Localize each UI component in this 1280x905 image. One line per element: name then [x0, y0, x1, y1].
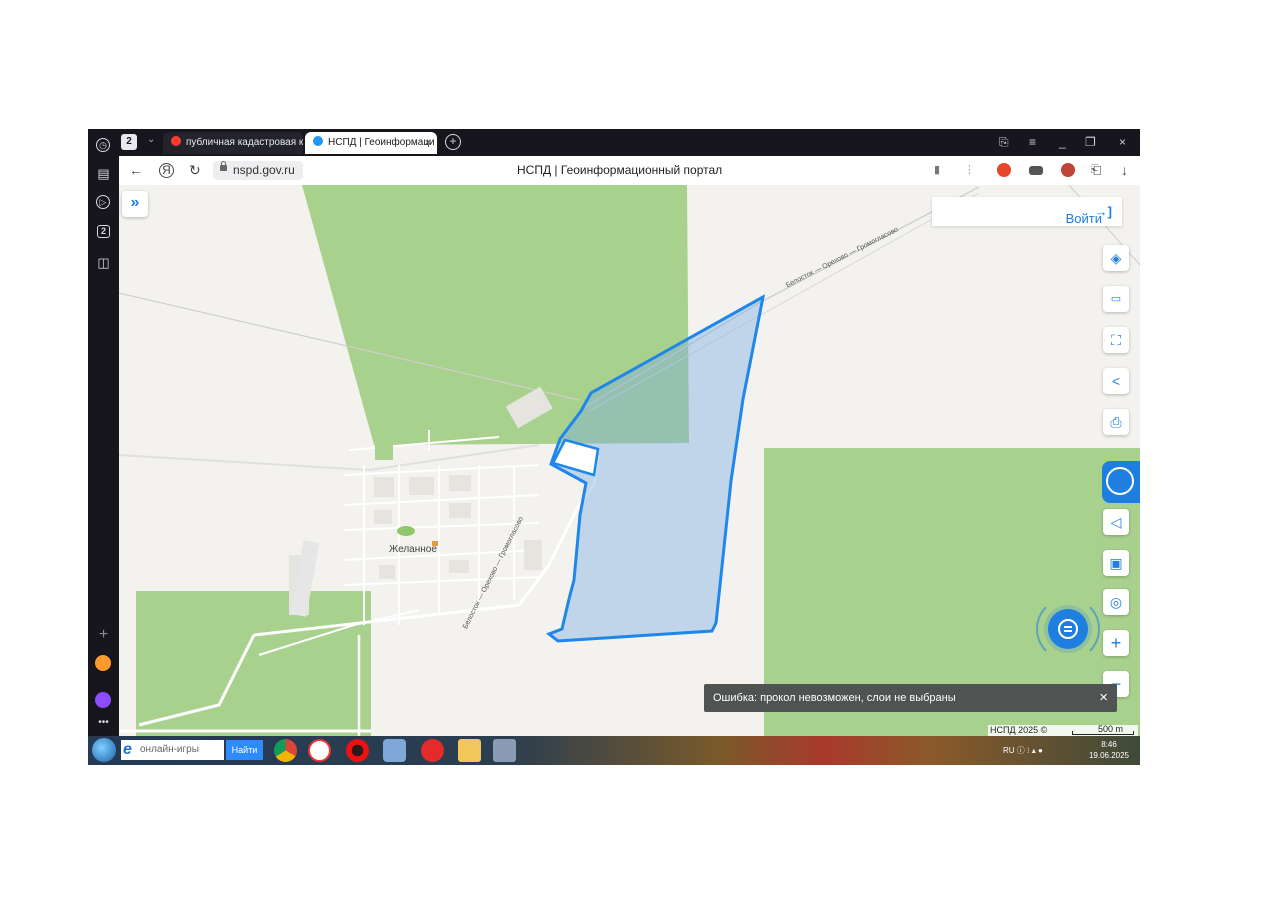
- play-icon[interactable]: ▷: [96, 195, 110, 209]
- clock[interactable]: 8:46 19.06.2025: [1084, 739, 1134, 761]
- ruler-icon[interactable]: ▭: [1103, 286, 1129, 312]
- url-text: nspd.gov.ru: [233, 163, 295, 177]
- opera-icon[interactable]: [346, 739, 369, 762]
- collections-icon[interactable]: ▤: [95, 165, 112, 182]
- address-bar: ← Я ↻ nspd.gov.ru НСПД | Геоинформационн…: [119, 156, 1140, 186]
- yandex-browser-icon[interactable]: [308, 739, 331, 762]
- close-tab-icon[interactable]: ×: [425, 132, 431, 154]
- nspd-favicon-icon: [313, 136, 323, 147]
- language-indicator[interactable]: RU: [1003, 746, 1015, 755]
- folder-icon[interactable]: [458, 739, 481, 762]
- login-label: Войти: [1065, 211, 1102, 226]
- select-area-icon[interactable]: ⛶: [1103, 327, 1129, 353]
- lock-icon: [220, 161, 227, 171]
- tab-bar: 2 ⌄ публичная кадастровая к НСПД | Геоин…: [119, 129, 1140, 156]
- pin-search-icon[interactable]: ◎: [1103, 589, 1129, 615]
- history-icon[interactable]: ◷: [96, 138, 110, 152]
- zoom-in-button[interactable]: +: [1103, 630, 1129, 656]
- restore-icon[interactable]: ❐: [1085, 134, 1096, 150]
- close-window-icon[interactable]: ×: [1119, 134, 1126, 150]
- network-app-icon[interactable]: [383, 739, 406, 762]
- extension-icon-2[interactable]: [1029, 166, 1043, 175]
- chrome-icon[interactable]: [274, 739, 297, 762]
- kebab-icon[interactable]: ⋮: [964, 162, 975, 178]
- yandex-logo-icon[interactable]: Я: [159, 163, 174, 178]
- nspd-logo-icon[interactable]: [1102, 461, 1140, 503]
- bookmark-icon[interactable]: ▮: [934, 162, 940, 178]
- menu-icon[interactable]: ≡: [1029, 134, 1036, 150]
- screenshot-icon[interactable]: ◫: [95, 254, 112, 271]
- error-message: Ошибка: прокол невозможен, слои не выбра…: [713, 692, 956, 704]
- close-toast-icon[interactable]: ×: [1099, 684, 1108, 712]
- url-field[interactable]: nspd.gov.ru: [213, 161, 303, 180]
- taskbar: e онлайн-игры Найти RU ⓘ ⁝ ▴ ● 8:46 19.0…: [88, 736, 1140, 765]
- layers-icon[interactable]: ◈: [1103, 245, 1129, 271]
- expand-panel-button[interactable]: »: [122, 191, 148, 217]
- new-tab-icon[interactable]: +: [445, 134, 461, 150]
- browser-sidebar: ◷ ▤ ▷ 2 ◫ + •••: [88, 129, 119, 736]
- tab-cadastral[interactable]: публичная кадастровая к: [163, 132, 303, 154]
- search-go-button[interactable]: Найти: [226, 740, 263, 760]
- app-icon-orange[interactable]: [95, 655, 111, 671]
- tab-nspd[interactable]: НСПД | Геоинформаци ×: [305, 132, 437, 154]
- tab-count-badge[interactable]: 2: [121, 134, 137, 150]
- add-icon[interactable]: +: [95, 626, 112, 643]
- more-icon[interactable]: •••: [95, 714, 112, 731]
- extension-icon-1[interactable]: [997, 163, 1011, 177]
- frame-icon[interactable]: ▣: [1103, 550, 1129, 576]
- tab-label: НСПД | Геоинформаци: [328, 137, 435, 148]
- chat-icon: [1058, 619, 1078, 639]
- forest-area: [136, 591, 371, 736]
- village-label: Желанное: [389, 544, 437, 555]
- scale-bar: НСПД 2025 © 500 m: [988, 724, 1138, 736]
- yandex-favicon-icon: [171, 136, 181, 147]
- clock-date: 19.06.2025: [1088, 751, 1130, 760]
- download-icon[interactable]: ↓: [1121, 162, 1128, 178]
- page-title: НСПД | Геоинформационный портал: [517, 163, 723, 177]
- error-toast: Ошибка: прокол невозможен, слои не выбра…: [704, 684, 1117, 712]
- bookmarks-panel-icon[interactable]: ⎘: [999, 134, 1009, 150]
- app-icon[interactable]: [493, 739, 516, 762]
- tab-label: публичная кадастровая к: [186, 137, 303, 148]
- screenshot-frame: ◷ ▤ ▷ 2 ◫ + ••• 2 ⌄ публичная кадастрова…: [88, 129, 1140, 765]
- tabs-sync-icon[interactable]: ⎗: [1091, 162, 1101, 178]
- map-layer: [119, 185, 1140, 736]
- clock-time: 8:46: [1101, 740, 1117, 749]
- start-button-icon[interactable]: [92, 738, 116, 762]
- share-icon[interactable]: <: [1103, 368, 1129, 394]
- locate-icon[interactable]: ◁: [1103, 509, 1129, 535]
- extension-icon-3[interactable]: [1061, 163, 1075, 177]
- map-canvas[interactable]: Белосток — Орехово — Громогласово Белост…: [119, 185, 1140, 736]
- ie-icon: e: [123, 741, 132, 758]
- alice-icon[interactable]: [95, 692, 111, 708]
- chat-button[interactable]: [1036, 597, 1100, 661]
- login-button[interactable]: Войти →]: [932, 197, 1122, 226]
- tab-count-icon[interactable]: 2: [97, 225, 110, 238]
- print-icon[interactable]: ⎙: [1103, 409, 1129, 435]
- reload-icon[interactable]: ↻: [189, 162, 201, 178]
- search-text: онлайн-игры: [140, 744, 199, 755]
- yandex-icon[interactable]: [421, 739, 444, 762]
- tab-list-chevron-icon[interactable]: ⌄: [147, 134, 155, 145]
- system-tray: RU ⓘ ⁝ ▴ ●: [1003, 746, 1043, 755]
- back-icon[interactable]: ←: [129, 162, 143, 178]
- attribution: НСПД 2025 ©: [990, 725, 1048, 735]
- minimize-icon[interactable]: _: [1059, 134, 1066, 150]
- taskbar-search-input[interactable]: e онлайн-игры: [121, 740, 224, 760]
